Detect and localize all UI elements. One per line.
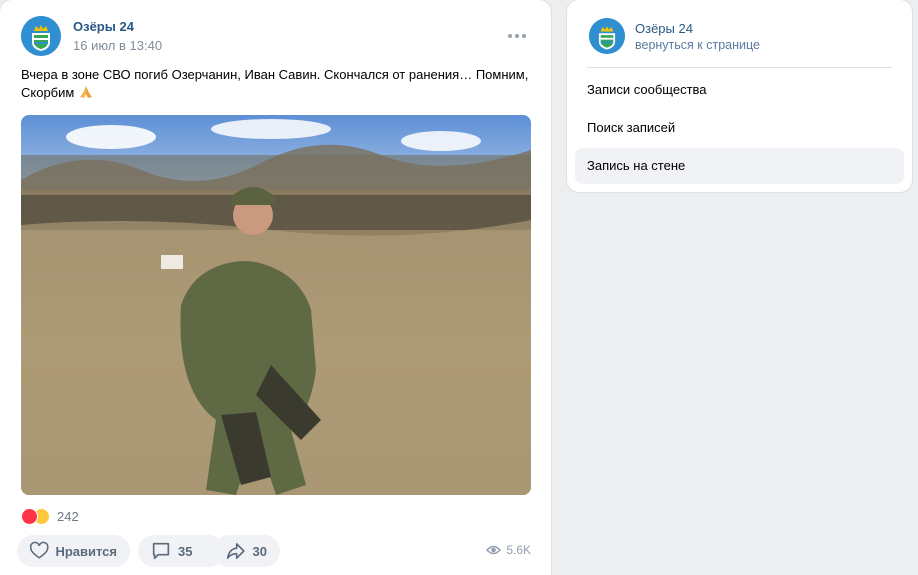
- comment-button[interactable]: 35: [138, 535, 225, 567]
- community-avatar[interactable]: [21, 16, 61, 56]
- reactions-summary[interactable]: 242: [21, 506, 79, 526]
- eye-icon: [486, 545, 502, 555]
- shares-count: 30: [252, 543, 267, 559]
- wall-post: Озёры 24 16 июл в 13:40 Вчера в зоне СВО…: [0, 0, 551, 575]
- like-button[interactable]: Нравится: [17, 535, 130, 567]
- post-actions: Нравится 35 30 5.6K: [17, 535, 531, 567]
- sidebar-divider: [587, 67, 892, 68]
- sidebar-panel: Озёры 24 вернуться к странице Записи соо…: [567, 0, 912, 192]
- post-photo[interactable]: [21, 115, 531, 495]
- more-options-icon[interactable]: [507, 26, 527, 46]
- menu-item-search-posts[interactable]: Поиск записей: [575, 110, 904, 146]
- pray-emoji-icon: [79, 86, 92, 98]
- comment-icon: [152, 542, 170, 560]
- menu-item-wall-post[interactable]: Запись на стене: [575, 148, 904, 184]
- menu-item-community-posts[interactable]: Записи сообщества: [575, 72, 904, 108]
- sidebar-community-avatar[interactable]: [589, 18, 625, 54]
- views-counter: 5.6K: [486, 543, 531, 557]
- post-date[interactable]: 16 июл в 13:40: [73, 38, 162, 53]
- views-count: 5.6K: [506, 543, 531, 557]
- back-to-page-link[interactable]: вернуться к странице: [635, 38, 760, 52]
- sidebar-community-name[interactable]: Озёры 24: [635, 21, 693, 36]
- heart-outline-icon: [29, 541, 49, 559]
- like-label: Нравится: [55, 543, 117, 559]
- share-button[interactable]: 30: [213, 535, 280, 567]
- heart-reaction-icon: [21, 507, 38, 525]
- share-icon: [226, 543, 245, 559]
- post-author[interactable]: Озёры 24: [73, 19, 134, 34]
- reaction-count: 242: [57, 508, 79, 524]
- post-header: Озёры 24 16 июл в 13:40: [21, 16, 531, 58]
- post-text-content: Вчера в зоне СВО погиб Озерчанин, Иван С…: [21, 67, 529, 100]
- comments-count: 35: [178, 543, 193, 559]
- post-text: Вчера в зоне СВО погиб Озерчанин, Иван С…: [21, 66, 531, 102]
